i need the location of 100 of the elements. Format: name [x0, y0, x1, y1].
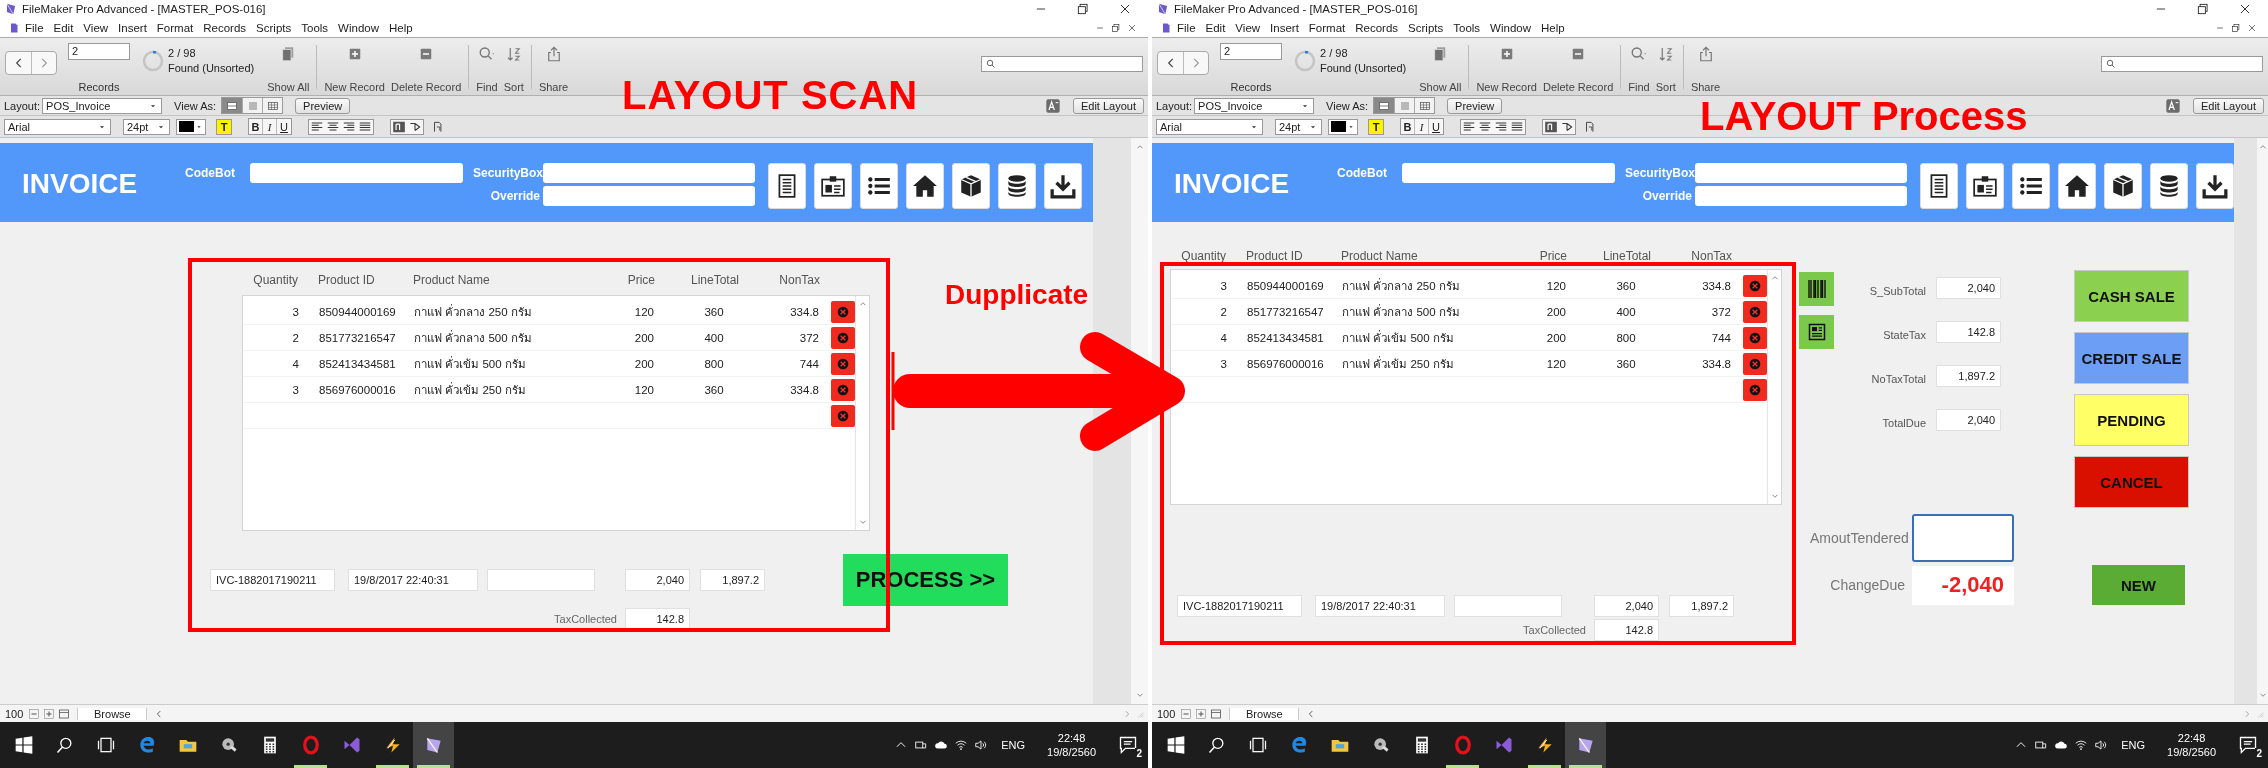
- zoom-in-icon[interactable]: [43, 707, 56, 720]
- database-button[interactable]: [2150, 163, 2188, 209]
- record-number-field[interactable]: 2: [1220, 43, 1282, 60]
- date-time-field[interactable]: 19/8/2017 22:40:31: [348, 569, 478, 591]
- tax-field[interactable]: 142.8: [625, 608, 690, 630]
- language-indicator[interactable]: ENG: [2121, 739, 2146, 751]
- id-card-button[interactable]: [814, 163, 852, 209]
- underline-button[interactable]: U: [1429, 119, 1443, 134]
- delete-button[interactable]: [831, 404, 855, 427]
- input-field[interactable]: [250, 163, 463, 183]
- text-color-button[interactable]: [176, 118, 206, 135]
- input-field[interactable]: [543, 163, 755, 183]
- input-field[interactable]: [487, 569, 595, 591]
- new-button[interactable]: NEW: [2092, 565, 2185, 605]
- delete-button[interactable]: [1743, 352, 1767, 375]
- align-left-icon[interactable]: [1462, 119, 1476, 134]
- non-tax-total-field[interactable]: 1,897.2: [700, 569, 765, 591]
- menu-item[interactable]: File: [1172, 21, 1201, 34]
- scrollbar[interactable]: [855, 296, 869, 530]
- align-right-icon[interactable]: [1494, 119, 1508, 134]
- search-field[interactable]: [981, 56, 1143, 72]
- summary-field[interactable]: 1,897.2: [1936, 365, 2001, 387]
- action-button[interactable]: CREDIT SALE: [2074, 332, 2189, 384]
- toolbar-toggle-icon[interactable]: [58, 707, 71, 720]
- underline-button[interactable]: U: [277, 119, 291, 134]
- maximize-icon[interactable]: [2196, 2, 2210, 16]
- menu-item[interactable]: Insert: [1265, 21, 1304, 34]
- summary-field[interactable]: 2,040: [1936, 409, 2001, 431]
- show-all-button[interactable]: Show All: [264, 43, 313, 93]
- summary-field[interactable]: 142.8: [1936, 321, 2001, 343]
- taskbar-button[interactable]: [1565, 722, 1606, 768]
- view-mode-button[interactable]: [222, 98, 243, 113]
- italic-button[interactable]: I: [1415, 119, 1429, 134]
- total-field[interactable]: 2,040: [1594, 595, 1659, 617]
- volume-icon[interactable]: [974, 738, 989, 752]
- list-button[interactable]: [860, 163, 898, 209]
- text-color-button[interactable]: [1328, 118, 1358, 135]
- delete-button[interactable]: [831, 326, 855, 349]
- font-select[interactable]: Arial: [1156, 118, 1263, 135]
- delete-button[interactable]: [1743, 326, 1767, 349]
- view-mode-button[interactable]: [1414, 98, 1435, 113]
- zoom-level[interactable]: 100: [1155, 707, 1178, 720]
- home-button[interactable]: [2058, 163, 2096, 209]
- font-size-select[interactable]: 24pt: [1275, 118, 1322, 135]
- non-tax-total-field[interactable]: 1,897.2: [1669, 595, 1734, 617]
- language-indicator[interactable]: ENG: [1001, 739, 1026, 751]
- preview-button[interactable]: Preview: [1447, 97, 1503, 114]
- italic-button[interactable]: I: [263, 119, 277, 134]
- mode-tab[interactable]: Browse: [77, 707, 148, 720]
- tax-field[interactable]: 142.8: [1594, 619, 1659, 641]
- menu-item[interactable]: Help: [384, 21, 418, 34]
- action-button[interactable]: PENDING: [2074, 394, 2189, 446]
- menu-item[interactable]: Tools: [296, 21, 334, 34]
- clock-date[interactable]: 19/8/2560: [2167, 745, 2216, 759]
- amount-tendered-field[interactable]: [1912, 514, 2014, 562]
- layout-select[interactable]: POS_Invoice: [42, 97, 163, 114]
- menu-item[interactable]: Scripts: [251, 21, 297, 34]
- delete-button[interactable]: [1743, 300, 1767, 323]
- package-button[interactable]: [2104, 163, 2142, 209]
- share-button[interactable]: Share: [535, 43, 572, 93]
- list-button[interactable]: [2012, 163, 2050, 209]
- zoom-in-icon[interactable]: [1195, 707, 1208, 720]
- menu-item[interactable]: Records: [1350, 21, 1404, 34]
- barcode-button[interactable]: [1799, 272, 1834, 306]
- align-right-icon[interactable]: [342, 119, 356, 134]
- menu-item[interactable]: Format: [1303, 21, 1351, 34]
- tab-stop-icon[interactable]: [1583, 119, 1597, 134]
- zoom-level[interactable]: 100: [3, 707, 26, 720]
- taskbar-button[interactable]: [413, 722, 454, 768]
- close-icon[interactable]: [1118, 2, 1132, 16]
- close-icon[interactable]: [2238, 2, 2252, 16]
- receipt-button[interactable]: [1920, 163, 1958, 209]
- download-button[interactable]: [1044, 163, 1082, 209]
- menu-item[interactable]: Window: [1485, 21, 1536, 34]
- menu-item[interactable]: Insert: [113, 21, 152, 34]
- delete-button[interactable]: [831, 378, 855, 401]
- highlight-button[interactable]: T: [1368, 118, 1384, 135]
- toolbar-toggle-icon[interactable]: [1210, 707, 1223, 720]
- notification-icon[interactable]: [2238, 735, 2258, 755]
- delete-button[interactable]: [1743, 274, 1767, 297]
- download-button[interactable]: [2196, 163, 2234, 209]
- restore-icon[interactable]: [1111, 22, 1121, 33]
- database-button[interactable]: [998, 163, 1036, 209]
- device-icon[interactable]: [2034, 738, 2049, 752]
- menu-item[interactable]: Window: [333, 21, 384, 34]
- align-left-icon[interactable]: [310, 119, 324, 134]
- maximize-icon[interactable]: [1076, 2, 1090, 16]
- input-field[interactable]: [1695, 186, 1907, 206]
- input-field[interactable]: [543, 186, 755, 206]
- menu-item[interactable]: View: [1230, 21, 1266, 34]
- highlight-button[interactable]: T: [216, 118, 232, 135]
- show-all-button[interactable]: Show All: [1416, 43, 1465, 93]
- layout-select[interactable]: POS_Invoice: [1194, 97, 1315, 114]
- delete-button[interactable]: [831, 352, 855, 375]
- paragraph-icon[interactable]: [392, 119, 406, 134]
- invoice-number-field[interactable]: IVC-1882017190211: [1177, 595, 1302, 617]
- align-center-icon[interactable]: [1478, 119, 1492, 134]
- cloud-icon[interactable]: [2054, 738, 2069, 752]
- font-size-select[interactable]: 24pt: [123, 118, 170, 135]
- menu-item[interactable]: Format: [151, 21, 199, 34]
